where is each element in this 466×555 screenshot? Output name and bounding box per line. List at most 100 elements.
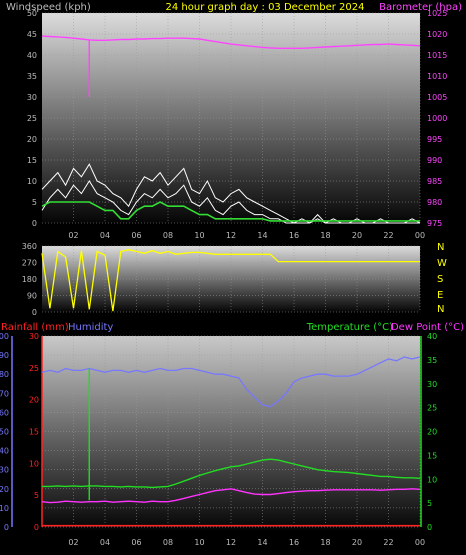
compass-label: N — [437, 242, 444, 253]
windspeed-tick: 20 — [27, 135, 37, 144]
hour-tick: 20 — [352, 538, 362, 547]
temperature-tick: 30 — [427, 380, 437, 389]
windspeed-tick-labels: 0 5 10 15 20 25 30 35 40 45 50 — [27, 9, 37, 228]
hour-tick: 14 — [257, 538, 267, 547]
wind-barometer-plot: 05101520253035404550 9759809859909951000… — [27, 9, 448, 240]
hour-tick: 22 — [383, 538, 393, 547]
hour-tick: 10 — [194, 231, 204, 240]
humidity-tick: 40 — [0, 447, 9, 456]
graph-title: 24 hour graph day : 03 December 2024 — [166, 2, 365, 13]
humidity-tick: 90 — [0, 351, 9, 360]
compass-point-labels: NWSEN — [437, 242, 447, 315]
hour-tick: 10 — [194, 538, 204, 547]
hour-tick: 04 — [100, 231, 110, 240]
rainfall-tick: 20 — [29, 396, 39, 405]
hour-tick: 00 — [415, 538, 425, 547]
humidity-tick: 50 — [0, 428, 9, 437]
windspeed-axis-label: Windspeed (kph) — [6, 2, 91, 13]
barometer-tick: 1010 — [427, 72, 447, 81]
hour-tick: 00 — [415, 231, 425, 240]
humidity-tick: 10 — [0, 504, 9, 513]
rainfall-tick: 30 — [29, 332, 39, 341]
humidity-tick: 100 — [0, 332, 9, 341]
rainfall-tick: 10 — [29, 459, 39, 468]
temperature-tick: 0 — [427, 523, 432, 532]
hour-tick: 06 — [131, 231, 141, 240]
temperature-axis-label: Temperature (°C) — [306, 322, 393, 333]
humidity-tick: 20 — [0, 485, 9, 494]
temperature-tick: 35 — [427, 356, 437, 365]
barometer-tick-labels: 975 980 985 990 995 1000 1005 1010 1015 1020 1025 — [427, 9, 447, 228]
weather-graph-canvas: Windspeed (kph) 24 hour graph day : 03 D… — [0, 2, 464, 547]
barometer-tick: 1015 — [427, 51, 447, 60]
direction-degree-tick-labels: 0 90 180 270 360 — [22, 242, 37, 317]
windspeed-tick: 40 — [27, 51, 37, 60]
rainfall-tick: 15 — [29, 428, 39, 437]
windspeed-tick: 35 — [27, 72, 37, 81]
barometer-tick: 1020 — [427, 30, 447, 39]
rainfall-tick: 25 — [29, 364, 39, 373]
temperature-tick-labels: 0 5 10 15 20 25 30 35 40 — [427, 332, 437, 532]
rainfall-tick: 5 — [34, 491, 39, 500]
temperature-humidity-plot: 0 10 20 30 40 50 60 70 80 90 100 0 5 10 15 20 25 30 0 5 10… — [0, 332, 437, 547]
temperature-tick: 20 — [427, 428, 437, 437]
hour-tick: 16 — [289, 538, 299, 547]
rainfall-tick: 0 — [34, 523, 39, 532]
direction-tick: 90 — [27, 292, 37, 301]
barometer-tick: 1000 — [427, 114, 447, 123]
hour-tick: 06 — [131, 538, 141, 547]
humidity-tick: 30 — [0, 466, 9, 475]
hour-tick: 20 — [352, 231, 362, 240]
hour-tick: 02 — [68, 231, 78, 240]
hour-tick: 12 — [226, 538, 236, 547]
windspeed-tick: 50 — [27, 9, 37, 18]
windspeed-tick: 10 — [27, 177, 37, 186]
barometer-tick: 990 — [427, 156, 442, 165]
hour-tick: 16 — [289, 231, 299, 240]
windspeed-tick: 45 — [27, 30, 37, 39]
humidity-tick: 60 — [0, 408, 9, 417]
barometer-tick: 975 — [427, 219, 442, 228]
windspeed-tick: 25 — [27, 114, 37, 123]
windspeed-tick: 0 — [32, 219, 37, 228]
temperature-tick: 5 — [427, 499, 432, 508]
windspeed-tick: 5 — [32, 198, 37, 207]
hour-tick: 02 — [68, 538, 78, 547]
compass-label: N — [437, 304, 444, 315]
humidity-tick: 80 — [0, 370, 9, 379]
temperature-tick: 10 — [427, 475, 437, 484]
rainfall-tick-labels: 0 5 10 15 20 25 30 — [29, 332, 39, 532]
windspeed-tick: 15 — [27, 156, 37, 165]
direction-tick: 360 — [22, 242, 37, 251]
barometer-axis-label: Barometer (hpa) — [379, 2, 462, 13]
direction-tick: 0 — [32, 308, 37, 317]
windspeed-tick: 30 — [27, 93, 37, 102]
hour-tick: 12 — [226, 231, 236, 240]
barometer-tick: 1025 — [427, 9, 447, 18]
humidity-tick: 70 — [0, 389, 9, 398]
compass-label: E — [437, 290, 443, 301]
direction-tick: 180 — [22, 275, 37, 284]
humidity-tick-labels: 0 10 20 30 40 50 60 70 80 90 100 — [0, 332, 9, 532]
humidity-tick: 0 — [4, 523, 9, 532]
temperature-tick: 15 — [427, 451, 437, 460]
wind-direction-plot: 090180270360 NWSEN — [22, 242, 447, 317]
compass-label: S — [437, 274, 443, 285]
barometer-tick: 995 — [427, 135, 442, 144]
hour-tick: 08 — [163, 538, 173, 547]
barometer-tick: 985 — [427, 177, 442, 186]
direction-tick: 270 — [22, 259, 37, 268]
hour-tick: 08 — [163, 231, 173, 240]
humidity-axis-label: Humidity — [68, 322, 113, 333]
hour-tick: 18 — [320, 538, 330, 547]
wind-hour-tick-labels: 02 04 06 08 10 12 14 16 18 20 22 00 — [68, 231, 425, 240]
temp-hour-tick-labels: 02 04 06 08 10 12 14 16 18 20 22 00 — [68, 538, 425, 547]
compass-label: W — [437, 258, 447, 269]
barometer-tick: 1005 — [427, 93, 447, 102]
hour-tick: 22 — [383, 231, 393, 240]
barometer-tick: 980 — [427, 198, 442, 207]
hour-tick: 14 — [257, 231, 267, 240]
temperature-tick: 40 — [427, 332, 437, 341]
temperature-tick: 25 — [427, 404, 437, 413]
hour-tick: 18 — [320, 231, 330, 240]
